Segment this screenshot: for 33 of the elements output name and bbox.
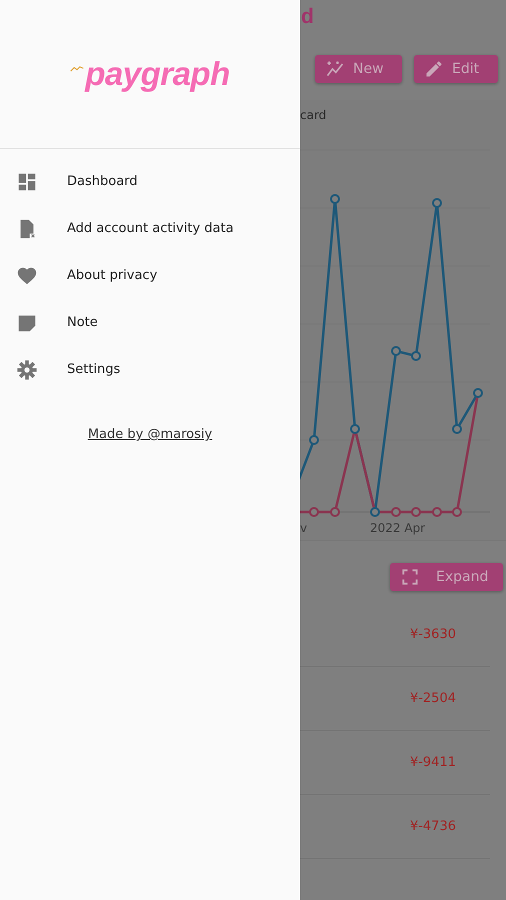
- menu-item[interactable]: About privacy: [0, 252, 300, 299]
- data-point: [432, 507, 442, 517]
- menu-item[interactable]: Add account activity data: [0, 205, 300, 252]
- menu-item[interactable]: Note: [0, 299, 300, 346]
- legend-label: card: [300, 107, 328, 124]
- axis-label: 2022 Apr: [370, 521, 426, 535]
- amount-text: ¥-2504: [410, 691, 456, 706]
- data-point: [411, 351, 421, 361]
- data-point: [330, 194, 340, 204]
- settings-icon: [16, 358, 38, 380]
- amount-text: ¥-9411: [410, 755, 456, 770]
- menu-item[interactable]: Dashboard: [0, 158, 300, 205]
- data-point: [391, 507, 401, 517]
- page-title-fragment: d: [300, 4, 315, 30]
- amount-text: ¥-3630: [410, 627, 456, 642]
- amount-text: ¥-4736: [410, 819, 456, 834]
- data-point: [452, 507, 462, 517]
- chart-line-icon: [70, 65, 84, 73]
- data-point: [473, 388, 483, 398]
- menu-item[interactable]: Settings: [0, 346, 300, 393]
- data-point: [330, 507, 340, 517]
- data-point: [370, 507, 380, 517]
- data-point: [350, 424, 360, 434]
- sparkle-chart-icon: [325, 59, 345, 79]
- axis-label: v: [300, 521, 308, 535]
- data-point: [391, 346, 401, 356]
- pencil-icon: [424, 59, 444, 79]
- app-logo-text: paygraph: [85, 55, 230, 93]
- data-point: [309, 507, 319, 517]
- credit-link[interactable]: Made by @marosiy: [88, 427, 212, 442]
- data-point: [452, 424, 462, 434]
- fullscreen-icon: [400, 567, 420, 587]
- data-point: [411, 507, 421, 517]
